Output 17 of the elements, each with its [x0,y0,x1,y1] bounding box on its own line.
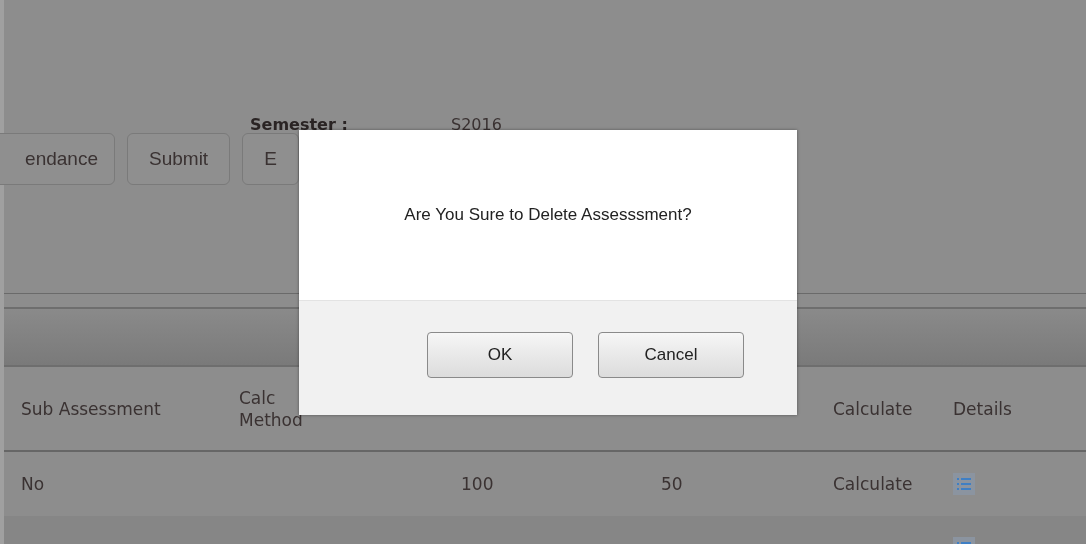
page-button[interactable]: Submit [127,133,231,185]
column-header: Calc Method [239,386,304,431]
dialog-button[interactable]: OK [427,332,573,378]
table-cell: No [21,474,45,494]
table-cell: 100 [461,474,494,494]
dialog-message: Are You Sure to Delete Assesssment? [404,205,692,225]
column-header: Details [953,397,1013,420]
dialog-button[interactable]: Cancel [598,332,744,378]
page-button[interactable]: E [242,133,299,185]
page-button[interactable]: endance [0,133,115,185]
table-cell: 50 [661,474,683,494]
list-icon[interactable] [953,472,975,495]
column-header: Sub Assessment [21,397,162,420]
semester-label: Semester : [250,114,349,130]
column-header: Calculate [833,397,914,420]
table-cell: Calculate [833,474,913,494]
semester-value: S2016 [451,114,502,130]
